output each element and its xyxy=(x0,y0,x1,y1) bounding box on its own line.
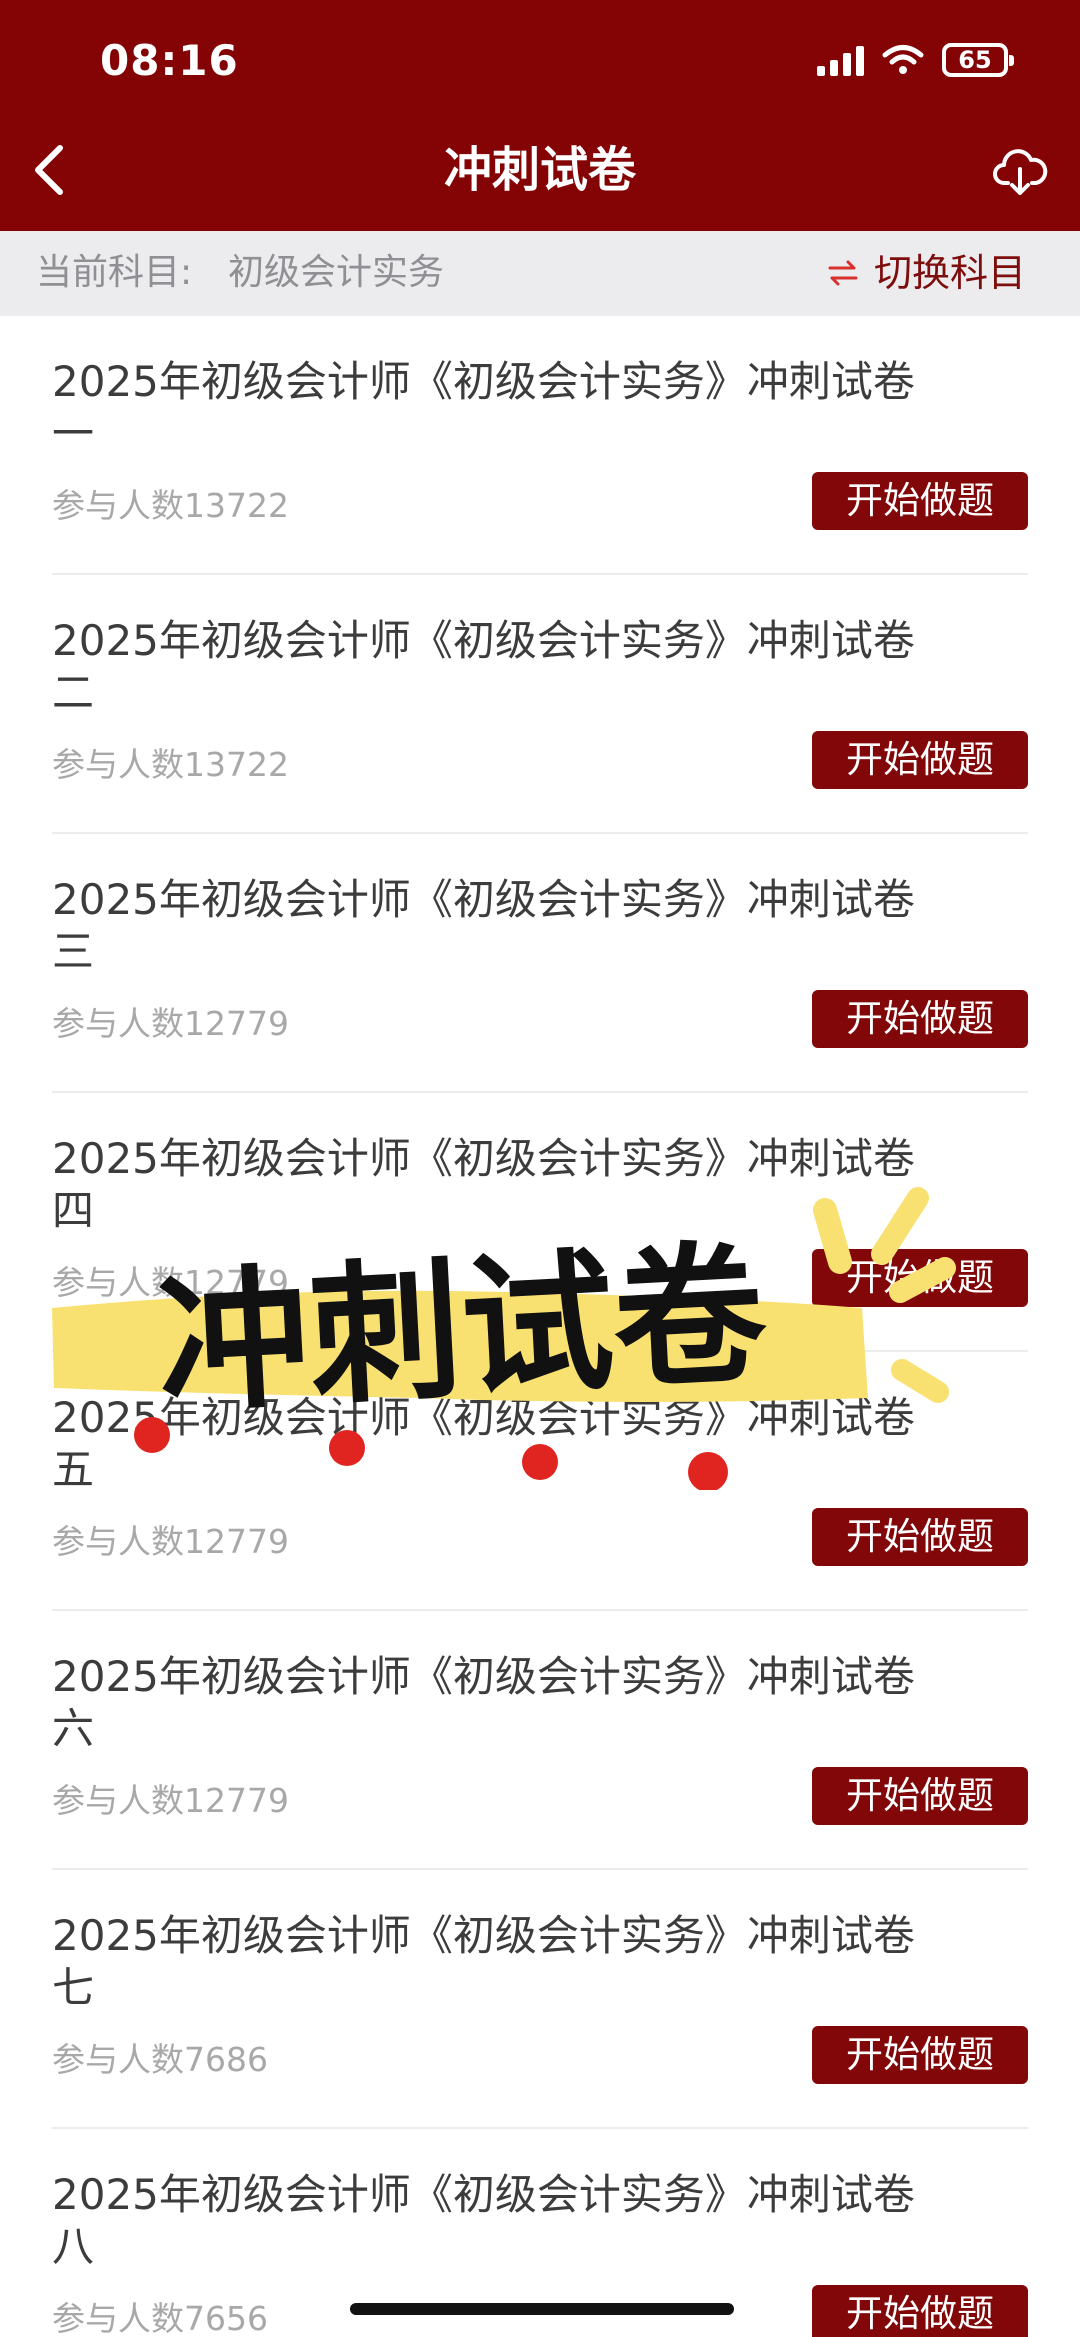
battery-level: 65 xyxy=(958,46,992,74)
paper-list: 2025年初级会计师《初级会计实务》冲刺试卷一 参与人数13722 开始做题 2… xyxy=(0,316,1080,2337)
participant-count: 参与人数7686 xyxy=(52,2040,268,2079)
paper-title: 2025年初级会计师《初级会计实务》冲刺试卷二 xyxy=(52,616,915,717)
paper-title: 2025年初级会计师《初级会计实务》冲刺试卷四 xyxy=(52,1134,915,1235)
paper-title: 2025年初级会计师《初级会计实务》冲刺试卷七 xyxy=(52,1911,915,2012)
paper-item[interactable]: 2025年初级会计师《初级会计实务》冲刺试卷二 参与人数13722 开始做题 xyxy=(52,575,1028,834)
start-practice-button[interactable]: 开始做题 xyxy=(812,1249,1028,1307)
participant-count: 参与人数12779 xyxy=(52,1522,289,1561)
paper-title: 2025年初级会计师《初级会计实务》冲刺试卷八 xyxy=(52,2170,915,2271)
app-header: 08:16 65 冲刺试卷 xyxy=(0,0,1080,231)
start-practice-button[interactable]: 开始做题 xyxy=(812,472,1028,530)
subject-label: 当前科目: xyxy=(36,252,193,293)
paper-item[interactable]: 2025年初级会计师《初级会计实务》冲刺试卷三 参与人数12779 开始做题 xyxy=(52,834,1028,1093)
current-subject: 初级会计实务 xyxy=(228,252,445,293)
start-practice-button[interactable]: 开始做题 xyxy=(812,1508,1028,1566)
start-practice-button[interactable]: 开始做题 xyxy=(812,2285,1028,2337)
start-practice-button[interactable]: 开始做题 xyxy=(812,990,1028,1048)
paper-item[interactable]: 2025年初级会计师《初级会计实务》冲刺试卷六 参与人数12779 开始做题 xyxy=(52,1611,1028,1870)
participant-count: 参与人数7656 xyxy=(52,2299,268,2337)
page-title: 冲刺试卷 xyxy=(443,142,636,198)
status-time: 08:16 xyxy=(100,36,239,85)
home-indicator[interactable] xyxy=(350,2303,734,2315)
swap-arrows-icon xyxy=(828,260,858,286)
participant-count: 参与人数13722 xyxy=(52,486,289,525)
subject-bar: 当前科目: 初级会计实务 切换科目 xyxy=(0,231,1080,316)
participant-count: 参与人数12779 xyxy=(52,1781,289,1820)
cellular-signal-icon xyxy=(817,44,864,76)
cloud-download-icon xyxy=(993,149,1048,195)
paper-item[interactable]: 2025年初级会计师《初级会计实务》冲刺试卷四 参与人数12779 开始做题 xyxy=(52,1093,1028,1352)
paper-item[interactable]: 2025年初级会计师《初级会计实务》冲刺试卷五 参与人数12779 开始做题 xyxy=(52,1352,1028,1611)
start-practice-button[interactable]: 开始做题 xyxy=(812,2026,1028,2084)
wifi-icon xyxy=(882,45,924,74)
download-button[interactable] xyxy=(988,142,1052,202)
paper-item[interactable]: 2025年初级会计师《初级会计实务》冲刺试卷一 参与人数13722 开始做题 xyxy=(52,316,1028,575)
participant-count: 参与人数13722 xyxy=(52,745,289,784)
participant-count: 参与人数12779 xyxy=(52,1004,289,1043)
paper-item[interactable]: 2025年初级会计师《初级会计实务》冲刺试卷七 参与人数7686 开始做题 xyxy=(52,1870,1028,2129)
start-practice-button[interactable]: 开始做题 xyxy=(812,731,1028,789)
paper-title: 2025年初级会计师《初级会计实务》冲刺试卷六 xyxy=(52,1652,915,1753)
switch-subject-button[interactable]: 切换科目 xyxy=(828,247,1026,299)
paper-title: 2025年初级会计师《初级会计实务》冲刺试卷三 xyxy=(52,875,915,976)
battery-icon: 65 xyxy=(942,43,1014,77)
status-icons: 65 xyxy=(817,40,1014,80)
participant-count: 参与人数12779 xyxy=(52,1263,289,1302)
paper-title: 2025年初级会计师《初级会计实务》冲刺试卷五 xyxy=(52,1393,915,1494)
start-practice-button[interactable]: 开始做题 xyxy=(812,1767,1028,1825)
paper-title: 2025年初级会计师《初级会计实务》冲刺试卷一 xyxy=(52,357,915,458)
switch-subject-label: 切换科目 xyxy=(873,251,1026,295)
